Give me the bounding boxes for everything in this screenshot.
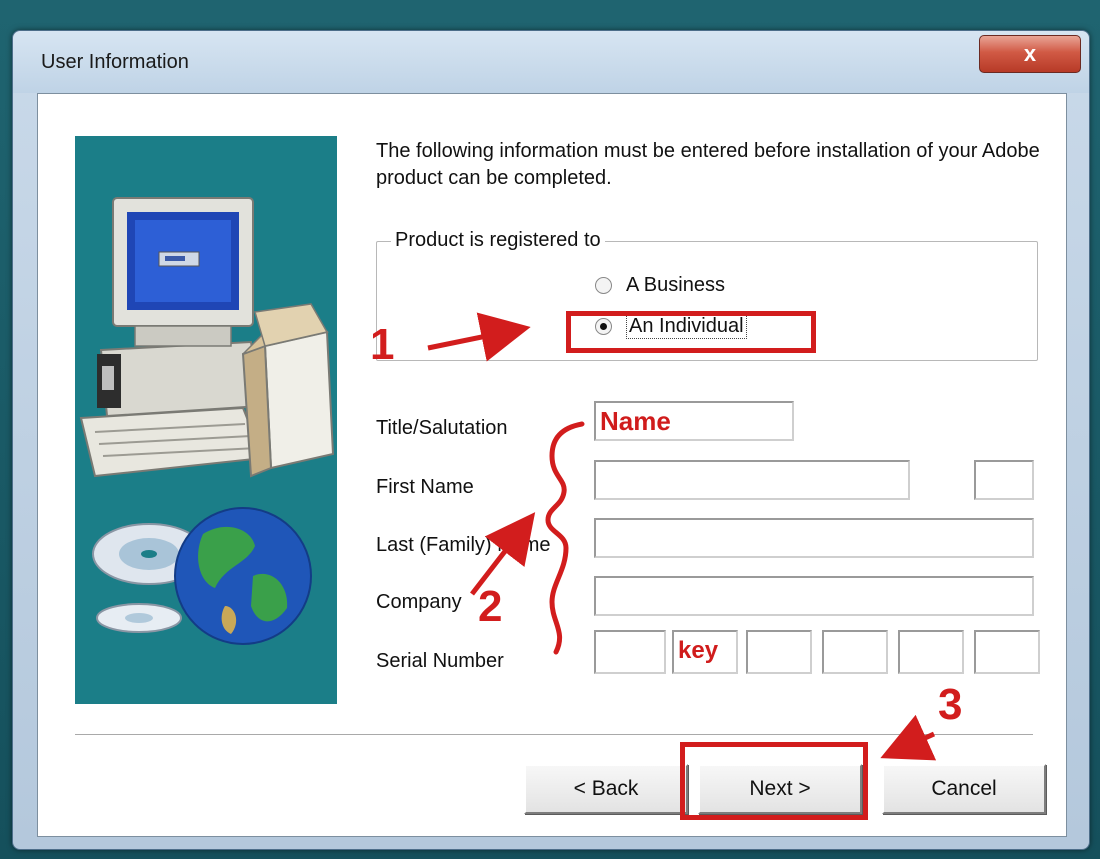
annotation-brace	[545, 421, 585, 655]
annotation-arrow-3	[880, 714, 937, 761]
annotation-overlay	[427, 312, 937, 761]
annotation-arrow-2	[470, 512, 536, 596]
annotation-arrow-1	[427, 312, 531, 362]
